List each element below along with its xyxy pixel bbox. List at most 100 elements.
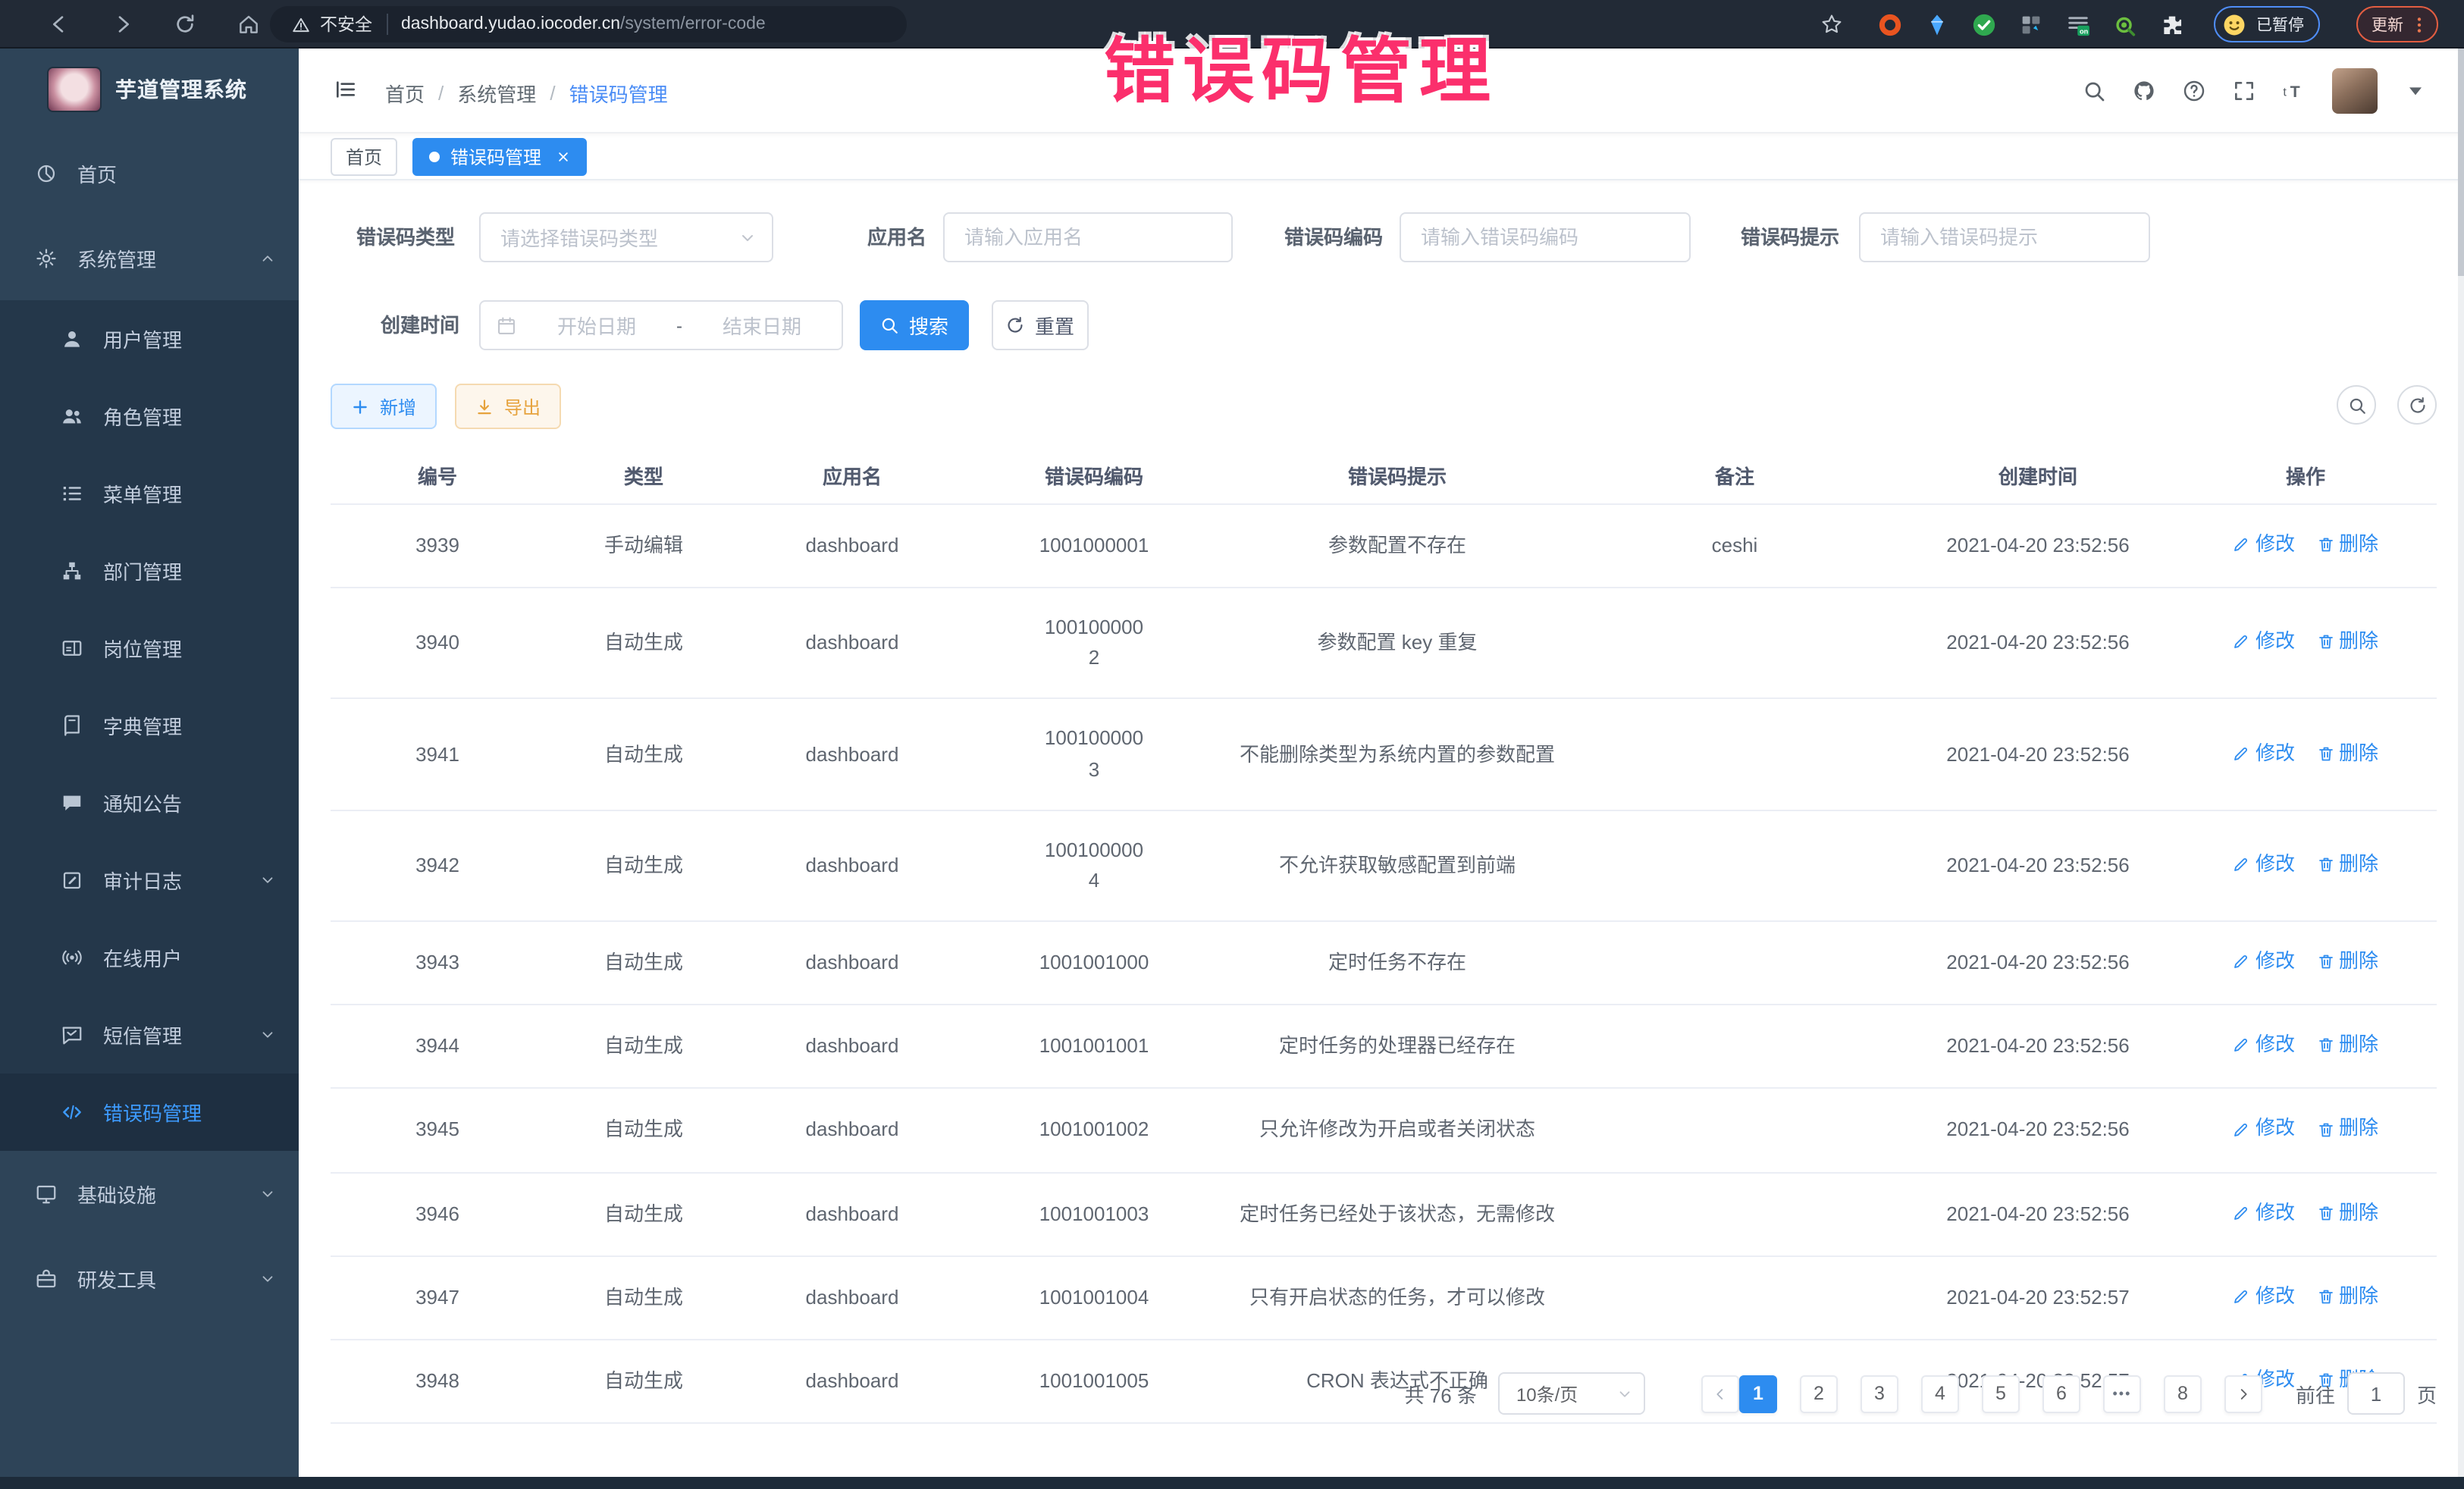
- fullscreen-icon[interactable]: [2232, 78, 2256, 102]
- tab-close-icon[interactable]: [556, 149, 570, 163]
- edit-link[interactable]: 修改: [2233, 1281, 2295, 1312]
- tab-home[interactable]: 首页: [331, 137, 397, 175]
- browser-reload-icon[interactable]: [173, 12, 197, 36]
- page-button-8[interactable]: 8: [2164, 1375, 2202, 1412]
- export-button[interactable]: 导出: [455, 384, 561, 429]
- reset-button[interactable]: 重置: [992, 300, 1089, 350]
- browser-menu-icon[interactable]: [2409, 14, 2429, 34]
- page-button-3[interactable]: 3: [1861, 1375, 1898, 1412]
- edit-link[interactable]: 修改: [2233, 529, 2295, 560]
- search-button-label: 搜索: [909, 311, 948, 340]
- sidebar-logo[interactable]: 芋道管理系统: [0, 49, 299, 130]
- users-icon: [61, 405, 83, 428]
- delete-link[interactable]: 删除: [2316, 529, 2378, 560]
- edit-link[interactable]: 修改: [2233, 849, 2295, 879]
- edit-link[interactable]: 修改: [2233, 1114, 2295, 1144]
- sidebar-item-role-management[interactable]: 角色管理: [0, 378, 299, 455]
- tab-error-code[interactable]: 错误码管理: [412, 137, 587, 175]
- delete-link[interactable]: 删除: [2316, 1197, 2378, 1227]
- cell-actions: 修改删除: [2174, 504, 2437, 588]
- sidebar-item-audit-log[interactable]: 审计日志: [0, 842, 299, 919]
- sidebar-item-notice-announcement[interactable]: 通知公告: [0, 764, 299, 842]
- sidebar-item-system-management[interactable]: 系统管理: [0, 215, 299, 300]
- app-name-input[interactable]: [945, 224, 1231, 250]
- delete-link[interactable]: 删除: [2316, 626, 2378, 657]
- show-search-button[interactable]: [2337, 385, 2376, 425]
- prev-page-button[interactable]: [1701, 1375, 1739, 1412]
- page-button-4[interactable]: 4: [1921, 1375, 1959, 1412]
- column-header: 操作: [2174, 447, 2437, 504]
- create-time-label: 创建时间: [381, 300, 459, 350]
- search-button-icon: [880, 315, 900, 335]
- next-page-button[interactable]: [2224, 1375, 2262, 1412]
- check-circle-ext-icon[interactable]: [1971, 11, 1997, 37]
- bookmark-star-icon[interactable]: [1820, 12, 1844, 36]
- total-count: 共 76 条: [1405, 1379, 1477, 1408]
- edit-link[interactable]: 修改: [2233, 738, 2295, 768]
- sidebar-item-online-users[interactable]: 在线用户: [0, 919, 299, 996]
- search-button[interactable]: 搜索: [860, 300, 969, 350]
- sidebar-item-dev-tools[interactable]: 研发工具: [0, 1236, 299, 1321]
- breadcrumb-system[interactable]: 系统管理: [457, 79, 536, 108]
- edit-link[interactable]: 修改: [2233, 626, 2295, 657]
- error-hint-input[interactable]: [1861, 224, 2149, 250]
- edit-link[interactable]: 修改: [2233, 946, 2295, 976]
- column-header: 类型: [544, 447, 743, 504]
- github-icon[interactable]: [2132, 78, 2156, 102]
- error-type-select[interactable]: 请选择错误码类型: [479, 212, 773, 262]
- page-button-1[interactable]: 1: [1739, 1375, 1777, 1412]
- delete-link[interactable]: 删除: [2316, 946, 2378, 976]
- page-size-select[interactable]: 10条/页: [1498, 1372, 1645, 1415]
- sidebar-item-sms-management[interactable]: 短信管理: [0, 996, 299, 1074]
- sidebar-toggle-icon[interactable]: [334, 77, 358, 102]
- avatar-dropdown-icon[interactable]: [2403, 78, 2428, 102]
- sidebar-item-dept-management[interactable]: 部门管理: [0, 532, 299, 610]
- user-avatar[interactable]: [2332, 67, 2378, 113]
- delete-link[interactable]: 删除: [2316, 1114, 2378, 1144]
- lines-on-ext-icon[interactable]: on: [2065, 11, 2091, 37]
- error-code-input[interactable]: [1401, 224, 1689, 250]
- browser-back-icon[interactable]: [47, 12, 71, 36]
- gem-ext-icon[interactable]: [1924, 11, 1950, 37]
- puzzle-ext-icon[interactable]: [2159, 11, 2185, 37]
- browser-home-icon[interactable]: [237, 12, 261, 36]
- leaf-ext-icon[interactable]: [2112, 11, 2138, 37]
- page-button-5[interactable]: 5: [1982, 1375, 2020, 1412]
- address-bar[interactable]: 不安全 dashboard.yudao.iocoder.cn/system/er…: [270, 6, 907, 42]
- sidebar-item-error-code-management[interactable]: 错误码管理: [0, 1074, 299, 1151]
- sidebar-item-home[interactable]: 首页: [0, 130, 299, 215]
- delete-link[interactable]: 删除: [2316, 849, 2378, 879]
- scrollbar-thumb[interactable]: [2458, 49, 2464, 276]
- cell-hint: 参数配置不存在: [1227, 504, 1568, 588]
- delete-link[interactable]: 删除: [2316, 738, 2378, 768]
- delete-link[interactable]: 删除: [2316, 1030, 2378, 1061]
- add-button[interactable]: 新增: [331, 384, 437, 429]
- browser-forward-icon[interactable]: [111, 12, 135, 36]
- page-button-6[interactable]: 6: [2042, 1375, 2080, 1412]
- page-button-2[interactable]: 2: [1800, 1375, 1838, 1412]
- table-row: 3943自动生成dashboard1001001000定时任务不存在2021-0…: [331, 921, 2437, 1005]
- goto-page-input[interactable]: [2347, 1372, 2405, 1415]
- paused-badge[interactable]: 已暂停: [2214, 6, 2319, 42]
- edit-link[interactable]: 修改: [2233, 1030, 2295, 1061]
- cell-app: dashboard: [743, 810, 961, 922]
- search-icon[interactable]: [2082, 78, 2106, 102]
- sidebar-item-user-management[interactable]: 用户管理: [0, 300, 299, 378]
- help-icon[interactable]: [2182, 78, 2206, 102]
- refresh-table-button[interactable]: [2397, 385, 2437, 425]
- breadcrumb-home[interactable]: 首页: [385, 79, 425, 108]
- sidebar-item-dict-management[interactable]: 字典管理: [0, 687, 299, 764]
- edit-link[interactable]: 修改: [2233, 1197, 2295, 1227]
- date-range-picker[interactable]: 开始日期 - 结束日期: [479, 300, 843, 350]
- sidebar-item-menu-management[interactable]: 菜单管理: [0, 455, 299, 532]
- sidebar-item-infrastructure[interactable]: 基础设施: [0, 1151, 299, 1236]
- page-ellipsis[interactable]: •••: [2103, 1375, 2141, 1412]
- browser-update-button[interactable]: 更新: [2356, 6, 2438, 42]
- sidebar-item-post-management[interactable]: 岗位管理: [0, 610, 299, 687]
- error-hint-field: [1859, 212, 2150, 262]
- main-content: 首页 / 系统管理 / 错误码管理 tT 首页 错误码管: [299, 49, 2464, 1477]
- ring-ext-icon[interactable]: [1877, 11, 1903, 37]
- delete-link[interactable]: 删除: [2316, 1281, 2378, 1312]
- font-size-icon[interactable]: tT: [2282, 78, 2306, 102]
- grid-ext-icon[interactable]: [2018, 11, 2044, 37]
